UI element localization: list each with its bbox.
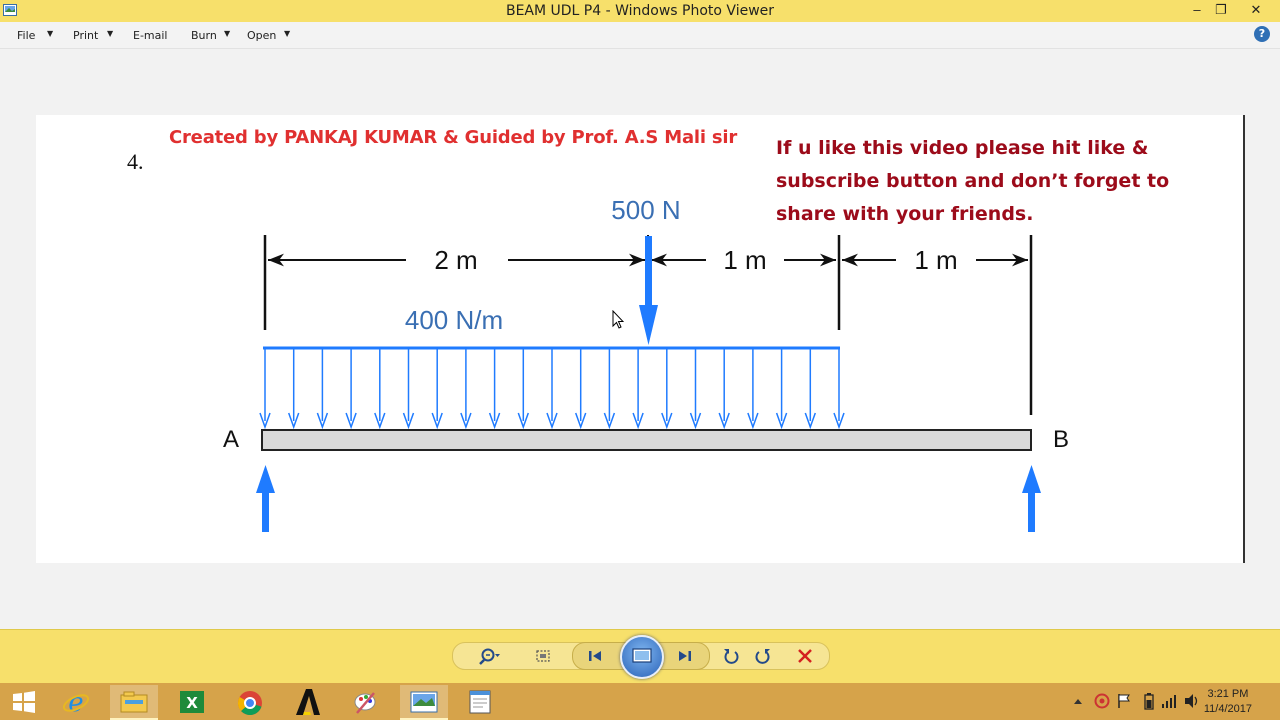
rotate-clockwise-icon[interactable]: [752, 645, 774, 667]
svg-text:X: X: [186, 694, 198, 712]
window-title: BEAM UDL P4 - Windows Photo Viewer: [505, 3, 775, 19]
autocad-icon: [296, 689, 320, 715]
notepad-icon: [469, 690, 491, 714]
udl-arrow: [316, 349, 329, 430]
close-button[interactable]: ✕: [1242, 0, 1270, 20]
reaction-a-arrow: [256, 465, 275, 532]
udl-arrow: [345, 349, 357, 430]
menu-bar: File ▼ Print ▼ E-mail Burn ▼ Open ▼ ?: [0, 22, 1280, 49]
udl-arrow: [775, 349, 788, 430]
menu-email[interactable]: E-mail: [133, 29, 168, 42]
udl-arrows: [259, 349, 845, 430]
volume-icon[interactable]: [1184, 693, 1200, 709]
internet-explorer-icon: e: [62, 689, 90, 715]
udl-arrow: [632, 349, 644, 430]
udl-arrow: [287, 349, 300, 430]
udl-arrow: [718, 349, 730, 430]
udl-arrow: [431, 349, 443, 430]
taskbar-notepad[interactable]: [456, 685, 504, 718]
dimension-label: 1 m: [914, 245, 957, 275]
udl-arrow: [661, 349, 673, 430]
udl-arrow: [833, 349, 845, 430]
menu-print-label: Print: [73, 29, 99, 42]
dimension-2m: 2 m: [268, 245, 645, 275]
udl-arrow: [259, 349, 271, 430]
point-load-label: 500 N: [611, 195, 680, 225]
title-bar: BEAM UDL P4 - Windows Photo Viewer – ❐ ✕: [0, 0, 1280, 23]
udl-arrow: [460, 349, 472, 430]
udl-arrow: [804, 349, 817, 430]
zoom-icon[interactable]: [478, 645, 500, 667]
chevron-down-icon: ▼: [284, 29, 291, 38]
action-center-flag-icon[interactable]: [1117, 693, 1131, 709]
chevron-down-icon: ▼: [47, 29, 54, 38]
udl-arrow: [374, 349, 386, 430]
udl-arrow: [574, 349, 587, 430]
help-button[interactable]: ?: [1254, 26, 1270, 42]
taskbar-excel[interactable]: X: [168, 685, 216, 718]
excel-icon: X: [180, 691, 204, 713]
photo-viewer-icon: [410, 691, 438, 713]
menu-burn-label: Burn: [191, 29, 217, 42]
battery-icon[interactable]: [1143, 692, 1155, 710]
support-a-label: A: [223, 426, 239, 453]
paint-icon: [354, 692, 376, 714]
udl-arrow: [689, 349, 702, 430]
clock-time: 3:21 PM: [1207, 688, 1249, 700]
udl-arrow: [747, 349, 759, 430]
image-viewing-area: 4. Created by PANKAJ KUMAR & Guided by P…: [0, 49, 1280, 629]
chevron-down-icon: ▼: [107, 29, 114, 38]
clock-date: 11/4/2017: [1203, 703, 1252, 715]
taskbar-paint[interactable]: [342, 685, 390, 718]
menu-open-label: Open: [247, 29, 277, 42]
viewer-control-bar: [0, 629, 1280, 684]
next-icon[interactable]: [674, 645, 696, 667]
taskbar-chrome[interactable]: [226, 685, 274, 718]
taskbar-internet-explorer[interactable]: e: [52, 685, 100, 718]
delete-icon[interactable]: [794, 645, 816, 667]
start-button[interactable]: [0, 685, 48, 718]
taskbar-photo-viewer[interactable]: [400, 685, 448, 720]
menu-email-label: E-mail: [133, 29, 168, 42]
udl-arrow: [488, 349, 501, 430]
start-icon: [13, 691, 35, 713]
reaction-b-arrow: [1022, 465, 1041, 532]
taskbar-file-explorer[interactable]: [110, 685, 158, 720]
menu-open[interactable]: Open ▼: [247, 29, 290, 42]
dimension-1m-middle: 1 m: [651, 245, 836, 275]
chevron-down-icon: ▼: [224, 29, 231, 38]
beam: [261, 429, 1032, 451]
rotate-counterclockwise-icon[interactable]: [720, 645, 742, 667]
udl-arrow: [603, 349, 616, 430]
antivirus-tray-icon[interactable]: [1094, 693, 1110, 709]
slideshow-button[interactable]: [620, 635, 664, 679]
taskbar-autocad[interactable]: [284, 685, 332, 718]
previous-icon[interactable]: [584, 645, 606, 667]
point-load-arrow: [639, 236, 658, 345]
displayed-image: 4. Created by PANKAJ KUMAR & Guided by P…: [36, 115, 1245, 563]
menu-file[interactable]: File ▼: [17, 29, 53, 42]
slideshow-icon: [632, 648, 652, 663]
chrome-icon: [237, 691, 262, 716]
dimension-1m-right: 1 m: [842, 245, 1028, 275]
beam-diagram: 2 m 1 m 1 m 500 N 400 N/m A B: [223, 195, 1069, 532]
maximize-button[interactable]: ❐: [1207, 0, 1235, 20]
actual-size-icon[interactable]: [532, 645, 554, 667]
taskbar: e X 3:21 PM 11/4/2017: [0, 683, 1280, 720]
udl-arrow: [517, 349, 530, 430]
menu-burn[interactable]: Burn ▼: [191, 29, 230, 42]
file-explorer-icon: [120, 691, 148, 713]
menu-file-label: File: [17, 29, 36, 42]
dimension-label: 1 m: [723, 245, 766, 275]
system-clock[interactable]: 3:21 PM 11/4/2017: [1204, 687, 1252, 717]
show-hidden-icons-icon[interactable]: [1073, 697, 1083, 705]
menu-print[interactable]: Print ▼: [73, 29, 113, 42]
mouse-cursor-icon: [612, 310, 624, 329]
dimension-label: 2 m: [434, 245, 477, 275]
network-signal-icon[interactable]: [1161, 693, 1177, 709]
udl-label: 400 N/m: [405, 305, 503, 335]
udl-arrow: [402, 349, 415, 430]
support-b-label: B: [1053, 426, 1069, 453]
udl-arrow: [546, 349, 558, 430]
